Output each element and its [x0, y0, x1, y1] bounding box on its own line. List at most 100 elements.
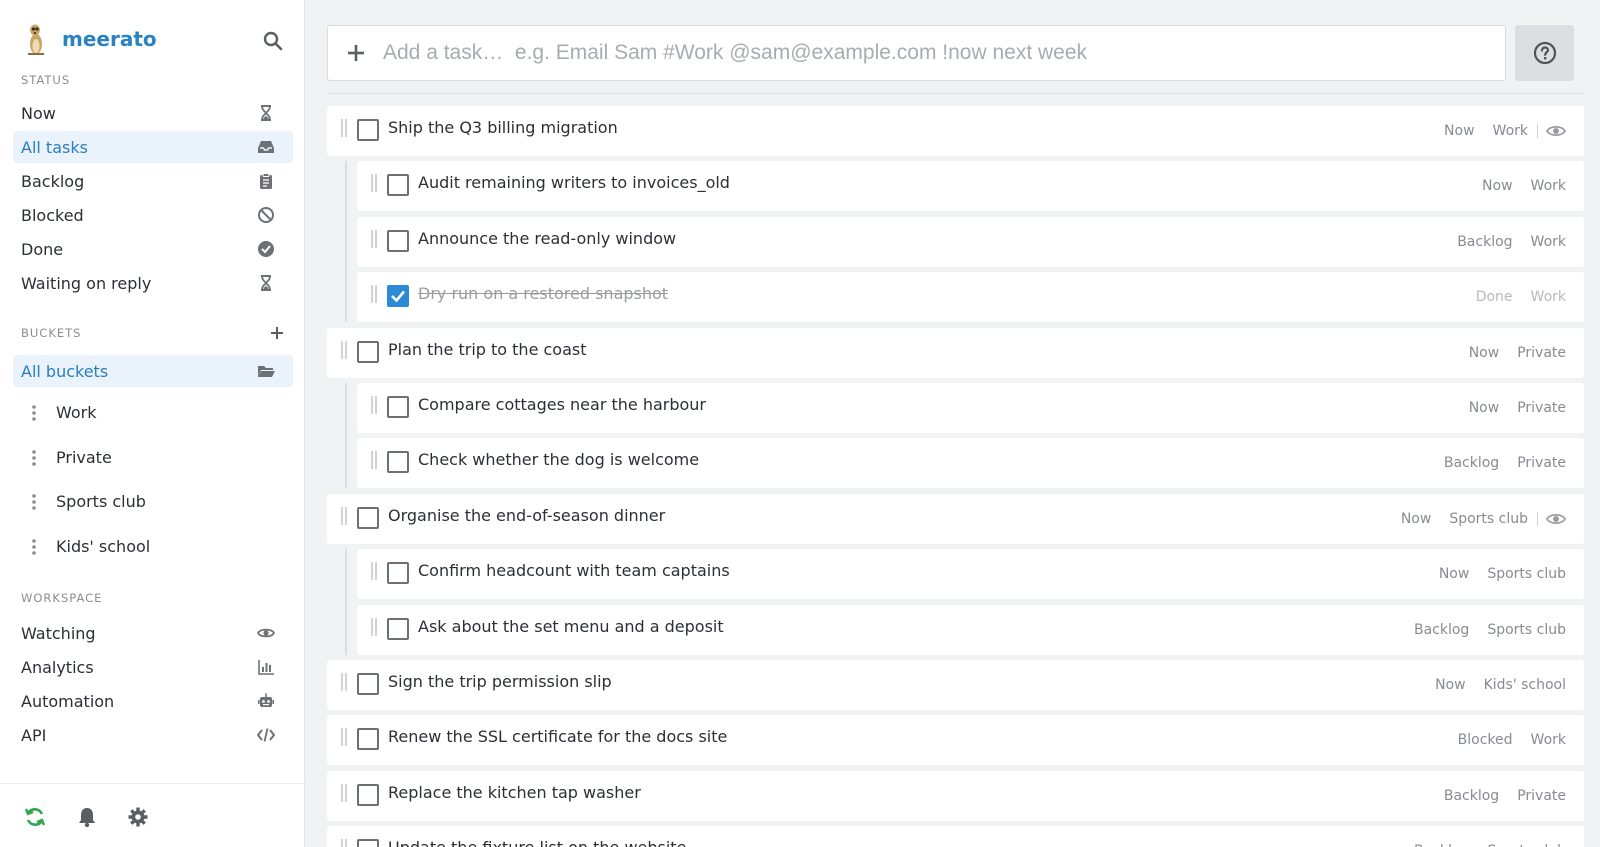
task-status[interactable]: Now — [1435, 677, 1466, 693]
task-row[interactable]: Update the fixture list on the website Ba… — [327, 826, 1584, 847]
subtask-row[interactable]: Dry run on a restored snapshot Done Work — [357, 272, 1584, 322]
bucket-item-private[interactable]: Private — [13, 437, 293, 477]
kebab-menu-icon[interactable] — [31, 538, 37, 556]
task-checkbox[interactable] — [387, 230, 409, 252]
drag-handle-icon[interactable] — [340, 118, 348, 138]
eye-icon[interactable] — [1546, 512, 1566, 526]
task-bucket[interactable]: Kids' school — [1484, 677, 1566, 693]
drag-handle-icon[interactable] — [370, 173, 378, 193]
task-status[interactable]: Done — [1476, 289, 1513, 305]
task-bucket[interactable]: Work — [1493, 123, 1528, 139]
task-status[interactable]: Now — [1401, 511, 1432, 527]
drag-handle-icon[interactable] — [370, 450, 378, 470]
task-checkbox[interactable] — [357, 784, 379, 806]
task-bucket[interactable]: Work — [1531, 178, 1566, 194]
add-task-input[interactable] — [383, 41, 1483, 65]
task-checkbox[interactable] — [357, 728, 379, 750]
sidebar-item-automation[interactable]: Automation — [13, 685, 293, 717]
all-buckets-item[interactable]: All buckets — [13, 355, 293, 387]
sidebar-item-api[interactable]: API — [13, 719, 293, 751]
task-checkbox[interactable] — [387, 285, 409, 307]
task-checkbox[interactable] — [387, 174, 409, 196]
drag-handle-icon[interactable] — [340, 672, 348, 692]
sidebar-item-analytics[interactable]: Analytics — [13, 651, 293, 683]
subtask-row[interactable]: Announce the read-only window Backlog Work — [357, 217, 1584, 267]
task-title[interactable]: Dry run on a restored snapshot — [418, 284, 668, 303]
task-status[interactable]: Now — [1469, 400, 1500, 416]
task-status[interactable]: Now — [1469, 345, 1500, 361]
kebab-menu-icon[interactable] — [31, 449, 37, 467]
task-title[interactable]: Renew the SSL certificate for the docs s… — [388, 727, 727, 746]
drag-handle-icon[interactable] — [370, 617, 378, 637]
task-status[interactable]: Now — [1439, 566, 1470, 582]
task-bucket[interactable]: Private — [1517, 788, 1566, 804]
task-title[interactable]: Compare cottages near the harbour — [418, 395, 706, 414]
task-bucket[interactable]: Work — [1531, 732, 1566, 748]
task-row[interactable]: Ship the Q3 billing migration Now Work — [327, 106, 1584, 156]
sidebar-item-all-tasks[interactable]: All tasks — [13, 131, 293, 163]
task-bucket[interactable]: Private — [1517, 455, 1566, 471]
task-title[interactable]: Ask about the set menu and a deposit — [418, 617, 724, 636]
task-title[interactable]: Confirm headcount with team captains — [418, 561, 730, 580]
task-checkbox[interactable] — [387, 451, 409, 473]
sidebar-item-done[interactable]: Done — [13, 233, 293, 265]
drag-handle-icon[interactable] — [370, 561, 378, 581]
drag-handle-icon[interactable] — [340, 727, 348, 747]
eye-icon[interactable] — [1546, 124, 1566, 138]
task-title[interactable]: Check whether the dog is welcome — [418, 450, 699, 469]
subtask-row[interactable]: Compare cottages near the harbour Now Priv… — [357, 383, 1584, 433]
subtask-row[interactable]: Ask about the set menu and a deposit Back… — [357, 605, 1584, 655]
add-bucket-icon[interactable] — [269, 325, 285, 341]
task-row[interactable]: Replace the kitchen tap washer Backlog Pri… — [327, 771, 1584, 821]
sidebar-item-now[interactable]: Now — [13, 97, 293, 129]
task-bucket[interactable]: Sports club — [1487, 843, 1566, 847]
task-status[interactable]: Backlog — [1414, 622, 1469, 638]
task-checkbox[interactable] — [357, 341, 379, 363]
task-bucket[interactable]: Work — [1531, 234, 1566, 250]
drag-handle-icon[interactable] — [340, 838, 348, 847]
task-status[interactable]: Blocked — [1458, 732, 1513, 748]
sync-icon[interactable] — [24, 806, 46, 828]
task-checkbox[interactable] — [387, 618, 409, 640]
bucket-item-kids-school[interactable]: Kids' school — [13, 526, 293, 566]
task-bucket[interactable]: Private — [1517, 400, 1566, 416]
drag-handle-icon[interactable] — [370, 284, 378, 304]
bucket-item-work[interactable]: Work — [13, 392, 293, 432]
task-status[interactable]: Now — [1444, 123, 1475, 139]
task-bucket[interactable]: Sports club — [1487, 622, 1566, 638]
plus-icon[interactable] — [346, 43, 366, 63]
subtask-row[interactable]: Confirm headcount with team captains Now S… — [357, 549, 1584, 599]
task-status[interactable]: Backlog — [1457, 234, 1512, 250]
task-title[interactable]: Audit remaining writers to invoices_old — [418, 173, 730, 192]
task-title[interactable]: Plan the trip to the coast — [388, 340, 587, 359]
drag-handle-icon[interactable] — [370, 229, 378, 249]
task-checkbox[interactable] — [357, 507, 379, 529]
sidebar-item-backlog[interactable]: Backlog — [13, 165, 293, 197]
subtask-row[interactable]: Audit remaining writers to invoices_old N… — [357, 161, 1584, 211]
task-row[interactable]: Sign the trip permission slip Now Kids' sc… — [327, 660, 1584, 710]
subtask-row[interactable]: Check whether the dog is welcome Backlog P… — [357, 438, 1584, 488]
task-title[interactable]: Replace the kitchen tap washer — [388, 783, 641, 802]
kebab-menu-icon[interactable] — [31, 404, 37, 422]
task-status[interactable]: Backlog — [1414, 843, 1469, 847]
bucket-item-sports-club[interactable]: Sports club — [13, 481, 293, 521]
gear-icon[interactable] — [127, 806, 149, 828]
task-checkbox[interactable] — [387, 396, 409, 418]
task-title[interactable]: Organise the end-of-season dinner — [388, 506, 665, 525]
task-row[interactable]: Organise the end-of-season dinner Now Spor… — [327, 494, 1584, 544]
help-button[interactable] — [1515, 25, 1574, 81]
sidebar-item-watching[interactable]: Watching — [13, 617, 293, 649]
task-status[interactable]: Backlog — [1444, 455, 1499, 471]
kebab-menu-icon[interactable] — [31, 493, 37, 511]
task-title[interactable]: Ship the Q3 billing migration — [388, 118, 618, 137]
task-title[interactable]: Sign the trip permission slip — [388, 672, 612, 691]
task-bucket[interactable]: Work — [1531, 289, 1566, 305]
task-title[interactable]: Update the fixture list on the website — [388, 838, 686, 847]
task-row[interactable]: Plan the trip to the coast Now Private — [327, 328, 1584, 378]
bell-icon[interactable] — [76, 806, 98, 828]
search-icon[interactable] — [262, 30, 284, 52]
sidebar-item-waiting-on-reply[interactable]: Waiting on reply — [13, 267, 293, 299]
task-checkbox[interactable] — [387, 562, 409, 584]
task-status[interactable]: Now — [1482, 178, 1513, 194]
task-bucket[interactable]: Sports club — [1449, 511, 1528, 527]
